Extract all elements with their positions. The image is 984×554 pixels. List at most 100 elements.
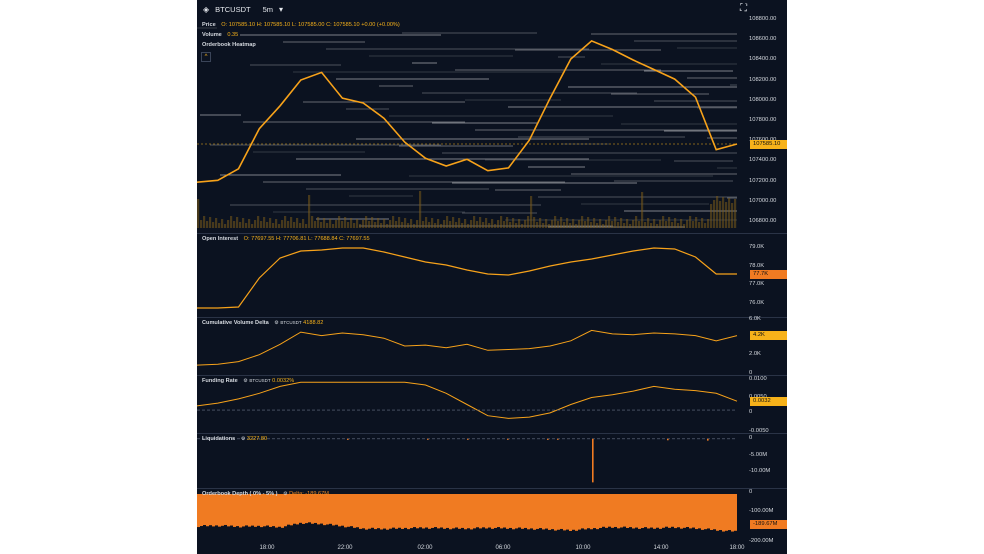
- volume-bar: [401, 222, 404, 228]
- depth-bar: [593, 494, 596, 529]
- oi-axis-tick: 76.0K: [749, 299, 765, 306]
- depth-bar: [398, 494, 401, 528]
- volume-bar: [716, 196, 719, 228]
- liquidation-bar: [507, 438, 509, 440]
- depth-bar: [485, 494, 488, 529]
- depth-bar: [254, 494, 257, 527]
- volume-bar: [254, 220, 257, 228]
- funding-symbol: BTCUSDT: [249, 378, 271, 383]
- depth-bar: [317, 494, 320, 525]
- depth-bar: [359, 494, 362, 529]
- collapse-legend-button[interactable]: ^: [201, 52, 211, 62]
- depth-bar: [224, 494, 227, 525]
- depth-bar: [209, 494, 212, 526]
- volume-bar: [368, 221, 371, 228]
- price-axis-tick: 108200.00: [749, 76, 777, 83]
- funding-axis-tick: 0: [749, 409, 753, 415]
- liq-settings-icon[interactable]: ⚙: [241, 436, 245, 442]
- depth-bar: [668, 494, 671, 528]
- volume-bar: [272, 223, 275, 228]
- cvd-settings-icon[interactable]: ⚙: [274, 320, 278, 326]
- price-legend: Price O: 107585.10 H: 107585.10 L: 10758…: [202, 22, 400, 28]
- volume-bar: [551, 220, 554, 228]
- volume-bar: [626, 219, 629, 228]
- volume-bar: [284, 216, 287, 228]
- volume-bar: [629, 224, 632, 228]
- price-axis-tick: 107000.00: [749, 197, 777, 204]
- depth-bar: [638, 494, 641, 529]
- depth-bar: [401, 494, 404, 529]
- liq-axis-tick: -10.00M: [749, 468, 771, 474]
- funding-legend-label: Funding Rate: [202, 378, 238, 384]
- volume-bar: [305, 224, 308, 228]
- depth-bar: [572, 494, 575, 530]
- depth-bar: [470, 494, 473, 530]
- volume-bar: [323, 218, 326, 228]
- depth-settings-icon[interactable]: ⚙: [283, 491, 287, 497]
- volume-bar: [488, 223, 491, 228]
- depth-axis-tick: 0: [749, 489, 753, 495]
- cvd-symbol: BTCUSDT: [280, 320, 302, 325]
- price-axis-tick: 108800.00: [749, 16, 777, 22]
- depth-bar: [563, 494, 566, 531]
- depth-bar: [611, 494, 614, 528]
- liq-axis-tick: 0: [749, 435, 753, 441]
- depth-bar: [728, 494, 731, 531]
- volume-bar: [290, 217, 293, 228]
- volume-bar: [473, 216, 476, 228]
- volume-bar: [512, 218, 515, 228]
- depth-bar: [437, 494, 440, 529]
- liquidation-bar: [592, 438, 594, 483]
- volume-bar: [701, 218, 704, 228]
- depth-bar: [491, 494, 494, 529]
- volume-bar: [671, 222, 674, 228]
- volume-bar: [674, 218, 677, 228]
- depth-bar: [629, 494, 632, 528]
- pane-separator[interactable]: [197, 433, 787, 434]
- pane-separator[interactable]: [197, 488, 787, 489]
- volume-bar: [242, 218, 245, 228]
- volume-bar: [596, 223, 599, 228]
- depth-bar: [581, 494, 584, 529]
- depth-bar: [458, 494, 461, 529]
- volume-bar: [650, 223, 653, 228]
- volume-bar: [515, 223, 518, 228]
- volume-bar: [662, 216, 665, 228]
- depth-bar: [617, 494, 620, 529]
- depth-bar: [689, 494, 692, 529]
- volume-bar: [530, 196, 533, 228]
- depth-bar: [320, 494, 323, 524]
- volume-bar: [641, 192, 644, 228]
- depth-bar: [704, 494, 707, 530]
- pane-separator[interactable]: [197, 375, 787, 376]
- funding-settings-icon[interactable]: ⚙: [243, 378, 247, 384]
- liquidation-bar: [707, 438, 709, 441]
- depth-bar: [473, 494, 476, 529]
- volume-bar: [656, 224, 659, 228]
- depth-bar: [545, 494, 548, 529]
- depth-bar: [425, 494, 428, 528]
- depth-bar: [557, 494, 560, 530]
- liquidation-bar: [557, 438, 559, 440]
- depth-bar: [257, 494, 260, 526]
- volume-value: 0.35: [227, 32, 239, 38]
- depth-bar: [647, 494, 650, 529]
- volume-bar: [548, 224, 551, 228]
- volume-bar: [533, 217, 536, 228]
- volume-bar: [203, 216, 206, 228]
- depth-tag: -189.67M: [750, 520, 787, 529]
- volume-bar: [362, 220, 365, 228]
- volume-bar: [593, 218, 596, 228]
- depth-bar: [539, 494, 542, 529]
- depth-bar: [701, 494, 704, 530]
- volume-bar: [257, 216, 260, 228]
- pane-separator[interactable]: [197, 233, 787, 234]
- volume-bar: [485, 218, 488, 228]
- pane-separator[interactable]: [197, 317, 787, 318]
- time-axis-tick: 18:00: [259, 545, 275, 551]
- depth-bar: [503, 494, 506, 528]
- depth-bar: [476, 494, 479, 528]
- chart-canvas[interactable]: [197, 0, 787, 554]
- volume-bar: [398, 217, 401, 228]
- volume-bar: [470, 220, 473, 228]
